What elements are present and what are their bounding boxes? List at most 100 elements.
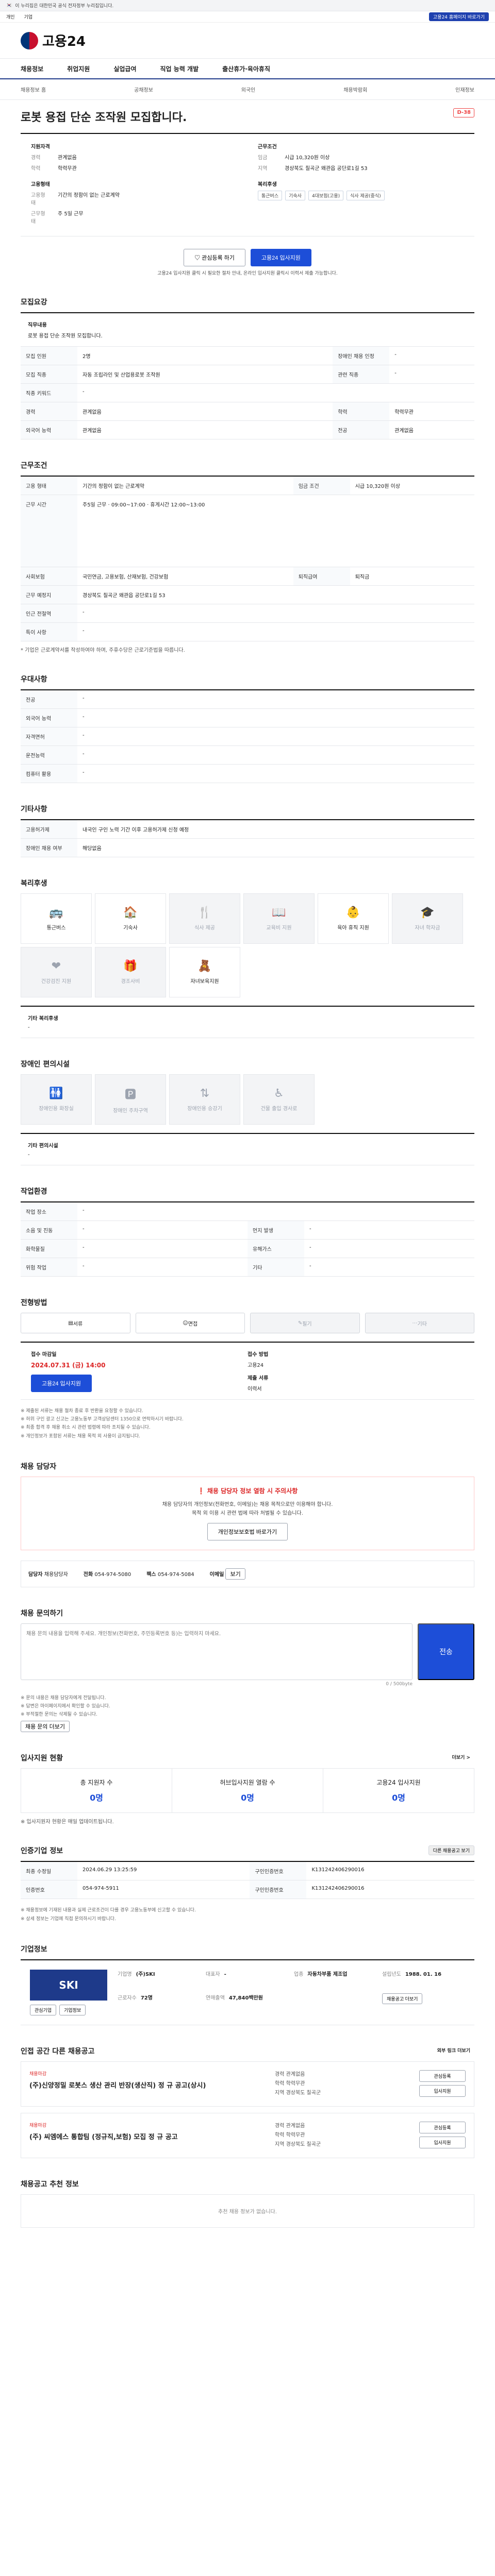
gnb-skills-development[interactable]: 직업 능력 개발 [160, 64, 199, 73]
method-docs: ▤ 서류 [21, 1313, 130, 1333]
other-jobs-button[interactable]: 다른 채용공고 보기 [428, 1845, 474, 1856]
company-jobs-button[interactable]: 채용공고 더보기 [382, 1993, 423, 2005]
table-row: 최종 수정일 2024.06.29 13:25:59 구인인증번호 K13124240… [21, 1861, 474, 1881]
table-row: 특이 사항 - [21, 622, 474, 641]
util-company[interactable]: 기업 [24, 13, 33, 20]
fav-company-button[interactable]: 관심기업 [30, 2004, 57, 2015]
utility-bar: 개인 기업 고용24 홈페이지 바로가기 [0, 11, 495, 23]
benefit-icon: 🏠 [123, 906, 138, 919]
benefit-item: 🧸 자녀보육지원 [169, 947, 240, 997]
email-view-button[interactable]: 보기 [225, 1568, 245, 1580]
others-title: 인접 공간 다른 채용공고 외부 링크 더보기 [21, 2046, 495, 2056]
subnav-item[interactable]: 채용박람회 [343, 86, 367, 93]
company-box: SKI 관심기업 기업정보 기업명 (주)SKI 대표자 - 업종 자동차부품 제조업… [21, 1959, 474, 2025]
qna-send-button[interactable]: 전송 [418, 1623, 474, 1680]
table-row: 운전능력 - [21, 745, 474, 765]
goto-home-button[interactable]: 고용24 홈페이지 바로가기 [429, 12, 489, 21]
doc-icon: ▤ [68, 1320, 73, 1326]
subnav-item[interactable]: 공채정보 [134, 86, 153, 93]
contact-title: 채용 담당자 [21, 1462, 57, 1471]
table-row: 컴퓨터 활용 - [21, 764, 474, 783]
benefits-other: 기타 복리후생 - [21, 1006, 474, 1038]
benefit-item: 🚌 통근버스 [21, 893, 92, 944]
prefs-table: 전공 - 외국어 능력 - 자격면허 - 운전능력 - 컴퓨터 활용 - [21, 689, 474, 783]
info-title: 인증기업 정보 다른 채용공고 보기 [21, 1845, 495, 1856]
stat-item: 고용24 입사지원 0명 [376, 1779, 421, 1803]
job-card[interactable]: 채용마감 (주) 씨엠에스 통합팀 (정규직,보험) 모집 정 규 공고 경력 관… [21, 2112, 474, 2158]
stat-item: 총 지원자 수 0명 [21, 1769, 172, 1813]
job-fav-button[interactable]: 관심등록 [419, 2070, 466, 2082]
table-row: 외국어 능력 - [21, 708, 474, 727]
table-row: 경력 관계없음 학력 학력무관 [21, 402, 474, 421]
screen-methods: ▤ 서류 ☺ 면접 ✎ 필기 ⋯ 기타 [21, 1313, 474, 1333]
gnb-employment-support[interactable]: 취업지원 [67, 64, 90, 73]
favorite-button[interactable]: ♡ 관심등록 하기 [184, 249, 245, 266]
table-row: 전공 - [21, 690, 474, 709]
brand-header: 고용24 [0, 23, 495, 59]
employment-form-heading: 고용형태 [31, 182, 50, 188]
deadline-value: 2024.07.31 (금) 14:00 [31, 1362, 106, 1369]
apply-button-2[interactable]: 고용24 입사지원 [31, 1375, 92, 1392]
privacy-law-button[interactable]: 개인정보보호법 바로가기 [207, 1522, 288, 1540]
welfare-chip: 기숙사 [285, 191, 305, 200]
gnb-job-info[interactable]: 채용정보 [21, 64, 43, 73]
table-row: 직종 키워드 - [21, 383, 474, 402]
qna-more-button[interactable]: 채용 문의 더보기 [21, 1721, 70, 1733]
status-more-link[interactable]: 더보기 > [448, 1753, 474, 1761]
apply-button[interactable]: 고용24 입사지원 [250, 249, 311, 266]
qna-input[interactable] [21, 1623, 412, 1680]
subnav-item[interactable]: 외국인 [241, 86, 256, 93]
page-title: 로봇 용접 단순 조작원 모집합니다. [21, 111, 187, 124]
ramp-icon: ♿ [274, 1087, 284, 1100]
benefit-item: 📖 교육비 지원 [243, 893, 315, 944]
table-row: 근무 시간 주5일 근무 · 09:00~17:00 · 휴게시간 12:00~1… [21, 495, 474, 567]
sub-nav: 채용정보 홈 공채정보 외국인 채용박람회 인재정보 [0, 79, 495, 100]
benefit-item: ❤ 건강검진 지원 [21, 947, 92, 997]
company-info-button[interactable]: 기업정보 [59, 2004, 86, 2015]
gov-banner: 🇰🇷 이 누리집은 대한민국 공식 전자정부 누리집입니다. [0, 0, 495, 11]
info-table: 최종 수정일 2024.06.29 13:25:59 구인인증번호 K13124240… [21, 1861, 474, 1900]
util-personal[interactable]: 개인 [6, 13, 15, 20]
table-row: 고용허가제 내국인 구인 노력 기간 이후 고용허가제 신청 예정 [21, 820, 474, 839]
person-icon: ☺ [183, 1320, 188, 1326]
table-row: 모집 인원 2명 장애인 채용 인정 - [21, 347, 474, 365]
table-row: 인증번호 054-974-5911 구인인증번호 K131242406290016 [21, 1880, 474, 1900]
contact-info: 담당자 채용담당자 전화 054-974-5080 팩스 054-974-508… [21, 1560, 474, 1587]
table-row: 소음 및 진동 - 먼지 발생 - [21, 1221, 474, 1240]
status-stats: 총 지원자 수 0명 허브입사지원 열람 수 0명 고용24 입사지원 0명 [21, 1768, 474, 1814]
status-title: 입사지원 현황 더보기 > [21, 1753, 495, 1763]
method-etc: ⋯ 기타 [365, 1313, 474, 1333]
others-more-link[interactable]: 외부 링크 더보기 [433, 2046, 474, 2055]
logo[interactable]: 고용24 [21, 31, 86, 50]
more-icon: ⋯ [412, 1320, 418, 1326]
table-row: 모집 직종 자동 조립라인 및 산업용로봇 조작원 관련 직종 - [21, 365, 474, 384]
subnav-item[interactable]: 채용정보 홈 [21, 86, 46, 93]
welfare-chip: 통근버스 [258, 191, 283, 200]
table-row: 근무 예정지 경상북도 칠곡군 왜관읍 공단로1길 53 [21, 585, 474, 604]
welfare-chip: 식사 제공(중식) [346, 191, 385, 200]
subnav-item[interactable]: 인재정보 [455, 86, 474, 93]
job-apply-button[interactable]: 입사지원 [419, 2084, 466, 2097]
benefit-icon: 🎓 [420, 906, 435, 919]
heart-icon: ♡ [194, 255, 202, 261]
company-logo: SKI [30, 1969, 107, 2001]
pencil-icon: ✎ [298, 1320, 303, 1326]
qna-title: 채용 문의하기 [21, 1609, 63, 1618]
facility-item: 🅿 장애인 주차구역 [95, 1074, 166, 1125]
qualification-heading: 지원자격 [31, 144, 50, 150]
elevator-icon: ⇅ [200, 1087, 210, 1100]
job-apply-button[interactable]: 입사지원 [419, 2136, 466, 2148]
main-nav: 채용정보 취업지원 실업급여 직업 능력 개발 출산휴가·육아휴직 [0, 59, 495, 79]
benefit-icon: 🍴 [197, 906, 212, 919]
privacy-alert: ❗ 채용 담당자 정보 열람 시 주의사항 채용 담당자의 개인정보(전화번호,… [21, 1476, 474, 1550]
deadline-box: 접수 마감일 2024.07.31 (금) 14:00 고용24 입사지원 접수… [21, 1342, 474, 1400]
benefit-icon: 🎁 [123, 960, 138, 973]
table-row: 위험 작업 - 기타 - [21, 1258, 474, 1277]
gnb-leave[interactable]: 출산휴가·육아휴직 [222, 64, 270, 73]
job-card[interactable]: 채용마감 (주)신양정밀 로봇스 생산 관리 반장(생산직) 정 규 공고(상시)… [21, 2061, 474, 2107]
disab-other: 기타 편의시설 - [21, 1133, 474, 1165]
job-fav-button[interactable]: 관심등록 [419, 2121, 466, 2133]
facility-item: 🚻 장애인용 화장실 [21, 1074, 92, 1125]
duty-box: 직무내용 로봇 용접 단순 조작원 모집합니다. [21, 312, 474, 347]
gnb-unemployment-benefit[interactable]: 실업급여 [113, 64, 136, 73]
